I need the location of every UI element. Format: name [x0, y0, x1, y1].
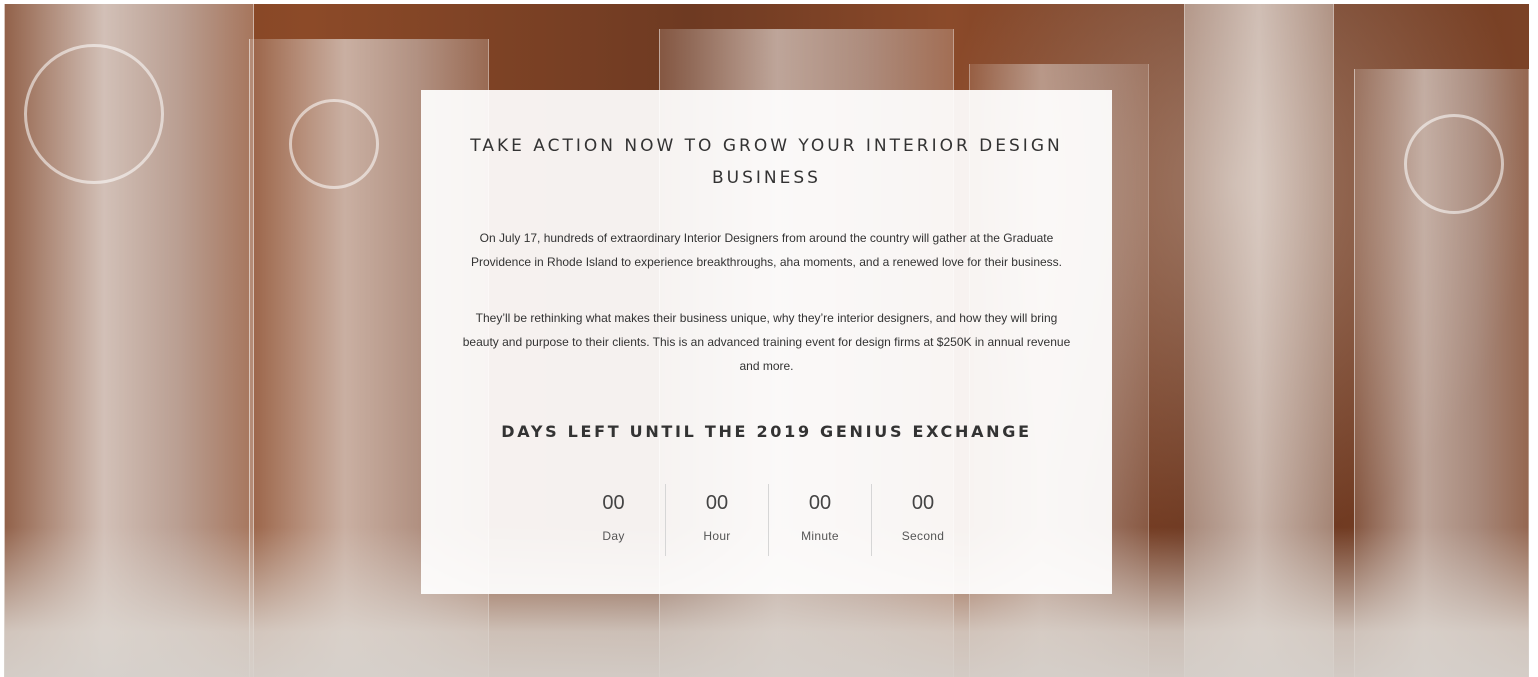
countdown-value: 00 [808, 492, 832, 514]
award-emblem-icon [1404, 114, 1504, 214]
countdown-label: Second [901, 529, 945, 543]
countdown-second: 00 Second [871, 484, 974, 556]
countdown-hour: 00 Hour [665, 484, 768, 556]
countdown-label: Minute [801, 529, 839, 543]
event-description-2: They’ll be rethinking what makes their b… [462, 311, 1071, 373]
countdown-value: 00 [705, 492, 729, 514]
countdown-label: Day [602, 529, 625, 543]
countdown-label: Hour [703, 529, 731, 543]
event-info-card: TAKE ACTION NOW TO GROW YOUR INTERIOR DE… [421, 90, 1112, 594]
countdown-timer: 00 Day 00 Hour 00 Minute 00 Second [562, 484, 974, 556]
countdown-title: DAYS LEFT UNTIL THE 2019 GENIUS EXCHANGE [501, 422, 1032, 441]
countdown-minute: 00 Minute [768, 484, 871, 556]
award-emblem-icon [24, 44, 164, 184]
hero-headline: TAKE ACTION NOW TO GROW YOUR INTERIOR DE… [470, 136, 1063, 188]
award-emblem-icon [289, 99, 379, 189]
countdown-value: 00 [602, 492, 625, 514]
countdown-value: 00 [911, 492, 935, 514]
event-description-1: On July 17, hundreds of extraordinary In… [470, 231, 1063, 269]
countdown-day: 00 Day [562, 484, 665, 556]
